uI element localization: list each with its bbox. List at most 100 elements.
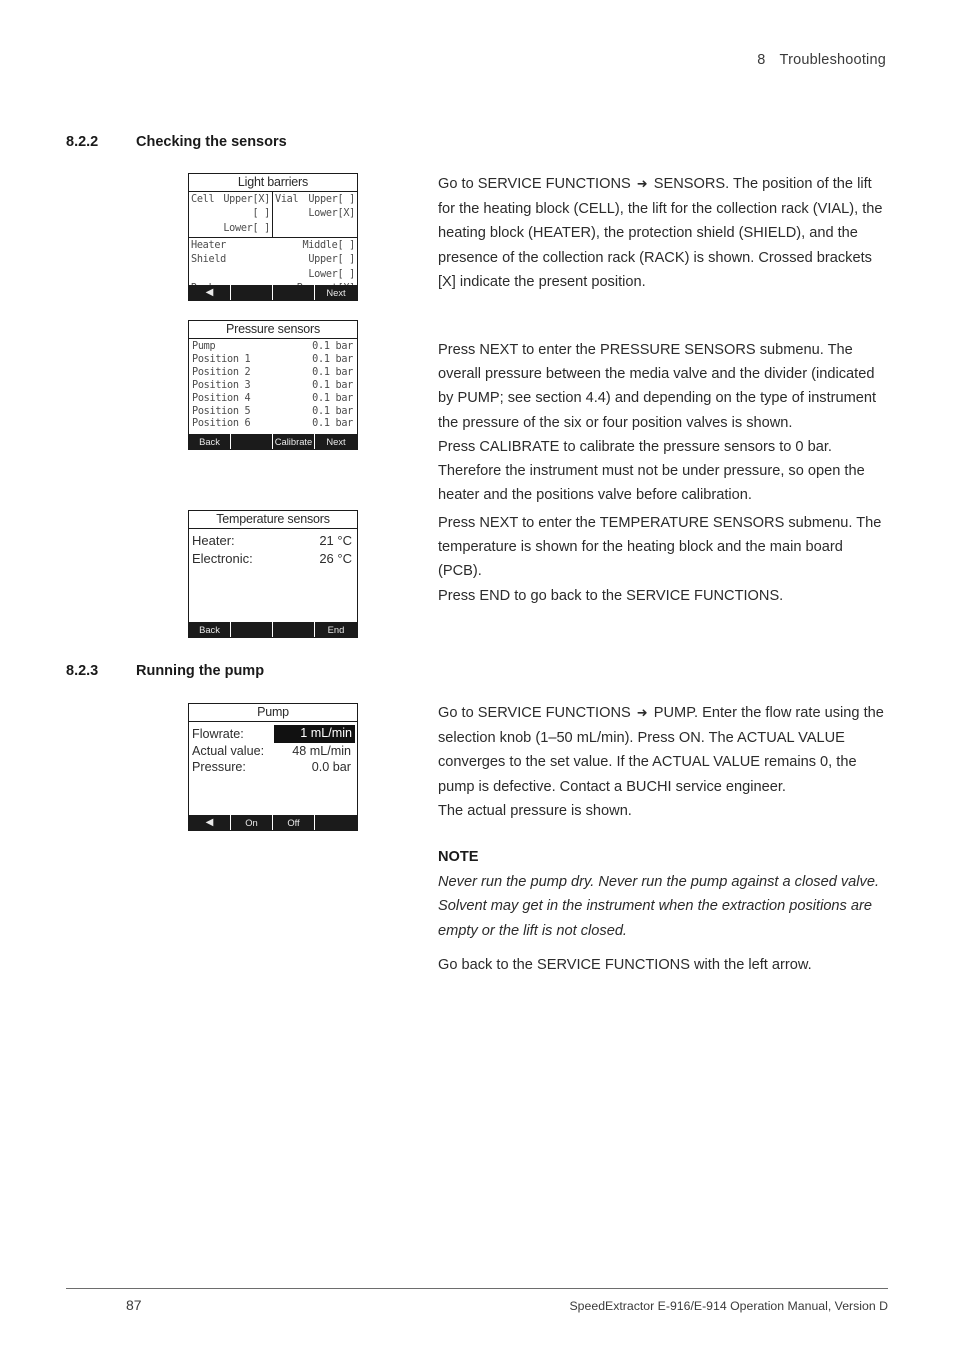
section-title: Checking the sensors: [136, 134, 287, 150]
softkey-next[interactable]: Next: [315, 434, 357, 449]
paragraph-pressure: Press NEXT to enter the PRESSURE SENSORS…: [438, 338, 890, 507]
row-label: Actual value:: [192, 743, 265, 758]
softkey-bar: Back Calibrate Next: [189, 434, 357, 449]
vial-row-upper: Vial Upper[ ]: [275, 193, 355, 207]
header-chapter-number: 8: [757, 52, 766, 68]
softkey-empty-4[interactable]: [315, 815, 357, 830]
note-title: NOTE: [438, 849, 479, 865]
paragraph-sensors: Go to SERVICE FUNCTIONS ➜ SENSORS. The p…: [438, 172, 890, 294]
screen-light-barriers: Light barriers Cell Upper[X] [ ] Lower[ …: [188, 173, 358, 301]
footer-page-number: 87: [126, 1297, 142, 1313]
paragraph-temperature: Press NEXT to enter the TEMPERATURE SENS…: [438, 511, 890, 608]
cell-row-lower: Lower[ ]: [191, 222, 270, 236]
row-value: 21 °C: [319, 533, 352, 548]
row-label: Position 4: [192, 392, 251, 404]
softkey-back[interactable]: Back: [189, 434, 231, 449]
softkey-next[interactable]: Next: [315, 285, 357, 300]
temperature-rows: Heater: 21 °C Electronic: 26 °C: [189, 529, 357, 568]
screen-title: Temperature sensors: [189, 511, 357, 529]
row-value: 26 °C: [319, 551, 352, 566]
flowrate-value[interactable]: 1 mL/min: [274, 725, 355, 743]
row-label: Flowrate:: [192, 726, 244, 741]
softkey-empty-2[interactable]: [231, 285, 273, 300]
paragraph-pressure-text-cont-1: Press CALIBRATE to calibrate the pressur…: [438, 438, 865, 504]
note-block: NOTE Never run the pump dry. Never run t…: [438, 845, 890, 943]
pressure-row: Position 3 0.1 bar: [192, 380, 353, 393]
softkey-back-arrow[interactable]: ◀: [189, 285, 231, 300]
row-value: 0.1 bar: [312, 366, 353, 378]
cell-group-name: Cell: [191, 194, 215, 205]
vial-lower-value: Lower[X]: [308, 208, 355, 220]
temperature-row: Electronic: 26 °C: [192, 550, 352, 568]
screen-title: Pressure sensors: [189, 321, 357, 339]
light-barriers-vial-column: Vial Upper[ ] Lower[X]: [273, 192, 357, 237]
arrow-right-icon: ➜: [636, 177, 648, 192]
screen-temperature-sensors: Temperature sensors Heater: 21 °C Electro…: [188, 510, 358, 638]
softkey-on[interactable]: On: [231, 815, 273, 830]
vial-row-lower: Lower[X]: [275, 207, 355, 221]
running-header: 8 Troubleshooting: [757, 52, 886, 68]
softkey-bar: Back End: [189, 622, 357, 637]
softkey-off[interactable]: Off: [273, 815, 315, 830]
cell-lower-value: Lower[ ]: [223, 222, 270, 234]
note-body: Never run the pump dry. Never run the pu…: [438, 874, 880, 939]
softkey-empty-2[interactable]: [231, 622, 273, 637]
softkey-empty-3[interactable]: [273, 622, 315, 637]
screen-pressure-sensors: Pressure sensors Pump 0.1 bar Position 1 0…: [188, 320, 358, 450]
row-label: Position 5: [192, 405, 251, 417]
screen-pump: Pump Flowrate: 1 mL/min Actual value: 48 m…: [188, 703, 358, 831]
section-title: Running the pump: [136, 663, 265, 679]
softkey-back[interactable]: Back: [189, 622, 231, 637]
pump-row-actual-value: Actual value: 48 mL/min: [192, 743, 353, 760]
vial-group-name: Vial: [275, 194, 299, 205]
screen-body: Cell Upper[X] [ ] Lower[ ] Vial Upper[ ]: [189, 192, 357, 297]
paragraph-go-back-text: Go back to the SERVICE FUNCTIONS with th…: [438, 957, 812, 973]
row-value: 0.1 bar: [312, 418, 353, 430]
arrow-right-icon: ➜: [636, 706, 648, 721]
row-heater: Heater Middle[ ]: [191, 239, 355, 253]
light-barriers-cell-column: Cell Upper[X] [ ] Lower[ ]: [189, 192, 273, 237]
pressure-row: Position 1 0.1 bar: [192, 354, 353, 367]
row-label: Position 3: [192, 379, 251, 391]
paragraph-pump-text: Go to SERVICE FUNCTIONS ➜ PUMP. Enter th…: [438, 705, 884, 795]
cell-middle-value: [ ]: [252, 208, 270, 220]
softkey-calibrate[interactable]: Calibrate: [273, 434, 315, 449]
footer-document-title: SpeedExtractor E-916/E-914 Operation Man…: [569, 1299, 888, 1313]
heater-value: Middle[ ]: [302, 240, 355, 251]
row-label: Position 1: [192, 353, 251, 365]
row-shield-lower: Lower[ ]: [191, 268, 355, 282]
row-value: 0.1 bar: [312, 341, 353, 352]
shield-lower-value: Lower[ ]: [308, 268, 355, 280]
shield-name: Shield: [191, 254, 227, 266]
pump-row-flowrate[interactable]: Flowrate: 1 mL/min: [192, 725, 355, 743]
screen-title: Pump: [189, 704, 357, 722]
section-number: 8.2.2: [66, 134, 99, 150]
row-value: 0.1 bar: [312, 379, 353, 391]
paragraph-pump-text-cont-1: The actual pressure is shown.: [438, 802, 632, 819]
paragraph-pump: Go to SERVICE FUNCTIONS ➜ PUMP. Enter th…: [438, 701, 890, 823]
pressure-row: Position 5 0.1 bar: [192, 406, 353, 419]
section-heading-8-2-3: 8.2.3 Running the pump: [66, 663, 264, 679]
pressure-row: Position 6 0.1 bar: [192, 418, 353, 431]
pressure-row: Position 2 0.1 bar: [192, 367, 353, 380]
heater-name: Heater: [191, 240, 227, 251]
cell-row-upper: Cell Upper[X]: [191, 193, 270, 207]
cell-row-middle: [ ]: [191, 207, 270, 221]
vial-upper-value: Upper[ ]: [308, 194, 355, 205]
row-value: 0.1 bar: [312, 392, 353, 404]
softkey-end[interactable]: End: [315, 622, 357, 637]
softkey-empty-2[interactable]: [231, 434, 273, 449]
pump-rows: Flowrate: 1 mL/min Actual value: 48 mL/min…: [189, 722, 357, 776]
row-label: Heater:: [192, 533, 235, 548]
softkey-empty-3[interactable]: [273, 285, 315, 300]
softkey-bar: ◀ Next: [189, 285, 357, 300]
light-barriers-upper-section: Cell Upper[X] [ ] Lower[ ] Vial Upper[ ]: [189, 192, 357, 238]
pressure-row: Pump 0.1 bar: [192, 341, 353, 354]
row-label: Electronic:: [192, 551, 253, 566]
paragraph-go-back: Go back to the SERVICE FUNCTIONS with th…: [438, 953, 890, 977]
softkey-back-arrow[interactable]: ◀: [189, 815, 231, 830]
row-label: Position 2: [192, 366, 251, 378]
section-number: 8.2.3: [66, 663, 99, 679]
pump-row-pressure: Pressure: 0.0 bar: [192, 759, 353, 776]
actual-value: 48 mL/min: [292, 743, 351, 758]
